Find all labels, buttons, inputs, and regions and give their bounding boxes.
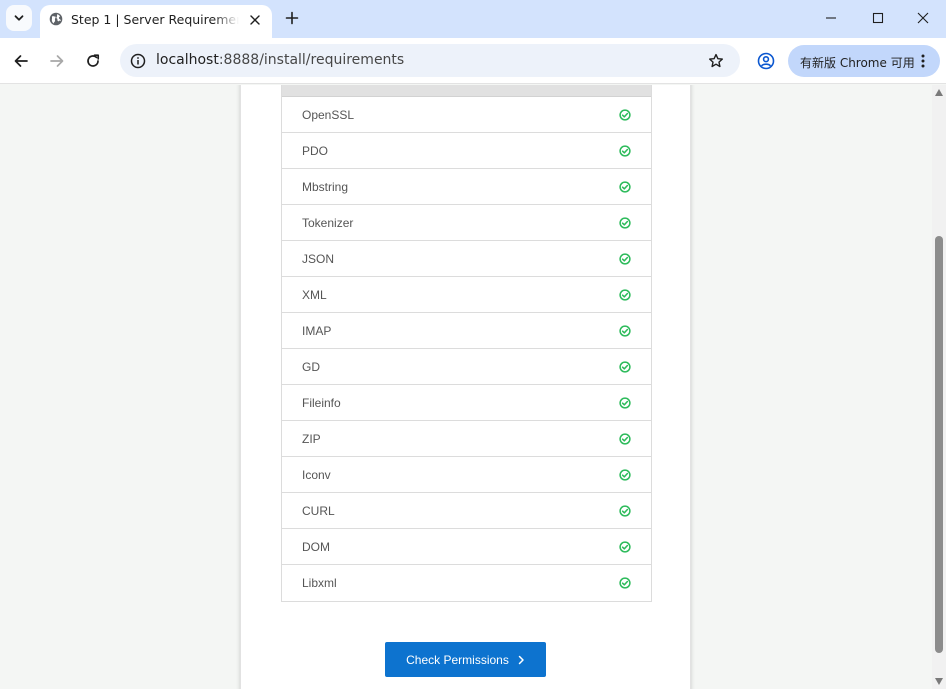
chevron-down-icon	[14, 15, 24, 21]
requirement-name: IMAP	[302, 324, 332, 338]
info-icon	[130, 53, 146, 69]
requirement-row: PDO	[282, 133, 651, 169]
site-info-button[interactable]	[128, 51, 148, 71]
check-circle-icon	[619, 145, 631, 157]
check-circle-icon	[619, 181, 631, 193]
chrome-update-button[interactable]: 有新版 Chrome 可用	[788, 45, 940, 77]
account-icon	[757, 52, 775, 70]
requirements-table: OpenSSL PDO Mbstring Tokenizer JSON XML IMAP GD…	[281, 85, 652, 602]
reload-icon	[87, 54, 100, 67]
requirement-row: OpenSSL	[282, 97, 651, 133]
requirement-name: Fileinfo	[302, 396, 341, 410]
close-icon	[917, 12, 929, 24]
requirement-name: ZIP	[302, 432, 321, 446]
active-tab[interactable]: Step 1 | Server Requirements	[40, 5, 272, 38]
tab-strip: Step 1 | Server Requirements	[0, 0, 946, 38]
check-circle-icon	[619, 505, 631, 517]
button-wrapper: Check Permissions	[385, 642, 546, 677]
address-bar[interactable]: localhost:8888/install/requirements	[120, 44, 740, 77]
tab-search-button[interactable]	[6, 5, 32, 31]
requirement-name: Tokenizer	[302, 216, 354, 230]
page-viewport: OpenSSL PDO Mbstring Tokenizer JSON XML IMAP GD…	[0, 85, 932, 689]
requirement-name: OpenSSL	[302, 108, 355, 122]
star-icon	[709, 53, 723, 68]
arrow-right-icon	[50, 55, 64, 67]
check-circle-icon	[619, 253, 631, 265]
menu-button[interactable]	[914, 51, 932, 71]
requirement-row: DOM	[282, 529, 651, 565]
url-host: localhost	[156, 52, 219, 68]
requirement-row: IMAP	[282, 313, 651, 349]
bookmark-button[interactable]	[706, 51, 726, 71]
check-circle-icon	[619, 397, 631, 409]
arrow-left-icon	[14, 55, 28, 67]
reload-button[interactable]	[78, 46, 108, 76]
close-window-button[interactable]	[900, 0, 946, 36]
maximize-button[interactable]	[855, 0, 901, 36]
requirement-name: DOM	[302, 540, 330, 554]
minimize-icon	[826, 17, 836, 19]
requirement-row: Fileinfo	[282, 385, 651, 421]
requirement-row: JSON	[282, 241, 651, 277]
tab-title: Step 1 | Server Requirements	[71, 12, 239, 27]
profile-button[interactable]	[752, 47, 780, 75]
requirement-name: Libxml	[302, 576, 337, 590]
requirement-row: XML	[282, 277, 651, 313]
requirement-row: Tokenizer	[282, 205, 651, 241]
requirement-row: GD	[282, 349, 651, 385]
chevron-right-icon	[518, 655, 524, 664]
requirement-name: PDO	[302, 144, 329, 158]
requirement-row: CURL	[282, 493, 651, 529]
page-scrollbar[interactable]	[932, 85, 946, 689]
check-circle-icon	[619, 109, 631, 121]
globe-icon	[49, 12, 63, 26]
requirements-rows: OpenSSL PDO Mbstring Tokenizer JSON XML IMAP GD…	[282, 97, 651, 601]
check-circle-icon	[619, 361, 631, 373]
check-circle-icon	[619, 217, 631, 229]
requirement-name: CURL	[302, 504, 335, 518]
requirement-name: XML	[302, 288, 327, 302]
check-circle-icon	[619, 325, 631, 337]
more-vert-icon	[921, 54, 925, 68]
requirement-row: Mbstring	[282, 169, 651, 205]
tab-close-button[interactable]	[246, 11, 264, 29]
plus-icon	[285, 11, 299, 25]
check-circle-icon	[619, 433, 631, 445]
scroll-up-arrow[interactable]	[935, 89, 943, 96]
forward-button[interactable]	[42, 46, 72, 76]
check-permissions-label: Check Permissions	[406, 652, 509, 667]
scroll-down-arrow[interactable]	[935, 678, 943, 685]
scroll-thumb[interactable]	[935, 236, 943, 653]
url-path: :8888/install/requirements	[218, 52, 405, 68]
check-circle-icon	[619, 577, 631, 589]
installer-card: OpenSSL PDO Mbstring Tokenizer JSON XML IMAP GD…	[240, 85, 691, 689]
url-text[interactable]: localhost:8888/install/requirements	[156, 52, 404, 68]
minimize-button[interactable]	[808, 0, 854, 36]
maximize-icon	[872, 12, 884, 24]
requirement-name: GD	[302, 360, 320, 374]
check-circle-icon	[619, 541, 631, 553]
close-icon	[250, 15, 260, 25]
requirement-row: Libxml	[282, 565, 651, 601]
requirements-header	[282, 85, 651, 97]
new-tab-button[interactable]	[280, 6, 304, 30]
check-permissions-button[interactable]: Check Permissions	[385, 642, 546, 677]
check-circle-icon	[619, 469, 631, 481]
requirement-name: Mbstring	[302, 180, 349, 194]
requirement-row: ZIP	[282, 421, 651, 457]
requirement-name: JSON	[302, 252, 335, 266]
update-label: 有新版 Chrome 可用	[800, 56, 915, 70]
back-button[interactable]	[6, 46, 36, 76]
requirement-name: Iconv	[302, 468, 331, 482]
check-circle-icon	[619, 289, 631, 301]
requirement-row: Iconv	[282, 457, 651, 493]
browser-toolbar: localhost:8888/install/requirements 有新版 …	[0, 38, 946, 84]
